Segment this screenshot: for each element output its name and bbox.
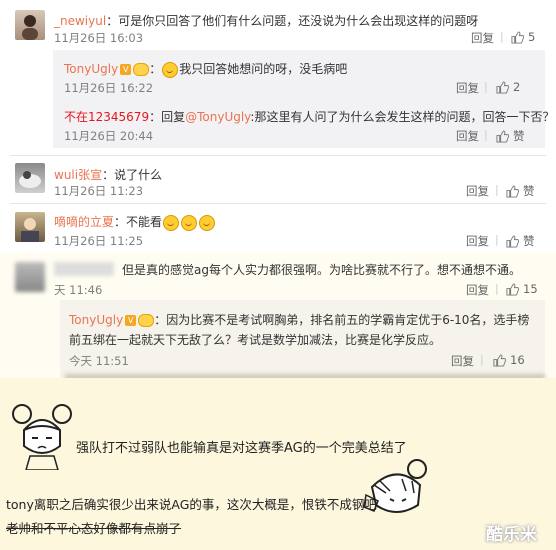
member-badge-icon bbox=[138, 314, 155, 327]
reply-text: TonyUgly V：我只回答她想问的呀，没毛病吧 bbox=[64, 61, 348, 78]
like-button[interactable]: 2 bbox=[496, 80, 520, 94]
meme-caption-struck: 老帅和不平心态好像都有点崩了 bbox=[6, 521, 182, 536]
reply-button[interactable]: 回复 bbox=[471, 30, 494, 46]
like-count: 赞 bbox=[523, 184, 535, 198]
divider bbox=[10, 203, 546, 204]
thumbs-up-icon bbox=[496, 129, 509, 143]
thumbs-up-icon bbox=[493, 353, 506, 367]
timestamp: 11月26日 20:44 bbox=[64, 129, 154, 143]
username-link[interactable]: _newiyul bbox=[54, 14, 106, 28]
like-count: 16 bbox=[510, 353, 525, 367]
like-button[interactable]: 赞 bbox=[506, 233, 535, 249]
comment-text: 嘀嘀的立夏：不能看 bbox=[54, 213, 216, 231]
like-button[interactable]: 16 bbox=[493, 353, 525, 367]
meme-caption: tony离职之后确实很少出来说AG的事，这次大概是，恨铁不成钢吧 bbox=[6, 497, 377, 512]
user-portrait-icon bbox=[22, 15, 38, 40]
comment-body: 但是真的感觉ag每个人实力都很强啊。为啥比赛就不行了。想不通想不通。 bbox=[122, 263, 521, 277]
like-button[interactable]: 赞 bbox=[496, 128, 525, 144]
thumbs-up-icon bbox=[506, 234, 519, 248]
reply-button[interactable]: 回复 bbox=[456, 128, 479, 144]
cry-emoji-icon bbox=[163, 214, 180, 231]
meme-caption: 强队打不过弱队也能输真是对这赛季AG的一个完美总结了 bbox=[76, 441, 407, 456]
cry-emoji-icon bbox=[199, 214, 216, 231]
separator: | bbox=[500, 30, 504, 43]
like-count: 5 bbox=[528, 30, 536, 44]
separator: | bbox=[495, 282, 499, 295]
avatar[interactable] bbox=[15, 10, 45, 40]
separator: | bbox=[495, 233, 499, 246]
timestamp: 11月26日 11:23 bbox=[54, 184, 144, 198]
reply-button[interactable]: 回复 bbox=[466, 183, 489, 199]
verified-icon: V bbox=[120, 64, 132, 75]
timestamp: 今天 11:51 bbox=[69, 354, 129, 368]
member-badge-icon bbox=[133, 63, 150, 76]
smile-emoji-icon bbox=[162, 61, 179, 78]
reply-body: :那这里有人问了为什么会发生这样的问题，回答一下否？ bbox=[250, 110, 555, 124]
separator: | bbox=[480, 353, 484, 366]
avatar[interactable] bbox=[15, 163, 45, 193]
mention-link[interactable]: @TonyUgly bbox=[185, 110, 250, 124]
like-count: 赞 bbox=[513, 129, 525, 143]
reply-button[interactable]: 回复 bbox=[466, 233, 489, 249]
reply-button[interactable]: 回复 bbox=[456, 80, 479, 96]
reply-button[interactable]: 回复 bbox=[466, 282, 489, 298]
like-count: 2 bbox=[513, 80, 521, 94]
like-count: 赞 bbox=[523, 234, 535, 248]
thumbs-up-icon bbox=[496, 80, 509, 94]
reply-body: 我只回答她想问的呀，没毛病吧 bbox=[179, 62, 348, 76]
comment-text: wuli张宣：说了什么 bbox=[54, 166, 162, 183]
obscured-username bbox=[54, 262, 114, 276]
comment-text: _newiyul：可是你只回答了他们有什么问题，还没说为什么会出现这样的问题呀 bbox=[54, 12, 478, 29]
user-portrait-icon bbox=[19, 171, 41, 188]
comment-body: ：可是你只回答了他们有什么问题，还没说为什么会出现这样的问题呀 bbox=[106, 14, 479, 28]
cry-emoji-icon bbox=[181, 214, 198, 231]
timestamp: 天 11:46 bbox=[54, 283, 103, 297]
reply-text: 不在12345679：回复@TonyUgly:那这里有人问了为什么会发生这样的问… bbox=[64, 108, 554, 125]
verified-icon: V bbox=[125, 315, 137, 326]
comment-body: ：不能看 bbox=[114, 215, 163, 229]
user-portrait-icon bbox=[21, 218, 39, 242]
like-button[interactable]: 赞 bbox=[506, 183, 535, 199]
timestamp: 11月26日 16:22 bbox=[64, 81, 154, 95]
timestamp: 11月26日 16:03 bbox=[54, 31, 144, 45]
like-count: 15 bbox=[523, 282, 538, 296]
avatar[interactable] bbox=[15, 262, 45, 292]
thumbs-up-icon bbox=[511, 30, 524, 44]
cartoon-girl-icon bbox=[363, 459, 427, 513]
separator: | bbox=[484, 128, 488, 141]
thumbs-up-icon bbox=[506, 184, 519, 198]
separator: | bbox=[495, 183, 499, 196]
reply-prefix: ：回复 bbox=[149, 110, 186, 124]
reply-button[interactable]: 回复 bbox=[451, 353, 474, 369]
thumbs-up-icon bbox=[506, 282, 519, 296]
username-link[interactable]: TonyUgly bbox=[69, 313, 123, 327]
watermark-logo: 酷乐米 bbox=[486, 525, 537, 545]
username-link[interactable]: TonyUgly bbox=[64, 62, 118, 76]
like-button[interactable]: 15 bbox=[506, 282, 538, 296]
avatar[interactable] bbox=[15, 212, 45, 242]
timestamp: 11月26日 11:25 bbox=[54, 234, 144, 248]
divider bbox=[10, 155, 546, 156]
username-link[interactable]: 嘀嘀的立夏 bbox=[54, 215, 114, 229]
comment-body: ：说了什么 bbox=[102, 168, 163, 182]
cartoon-girl-icon bbox=[12, 404, 72, 470]
reply-text: TonyUgly V ：因为比赛不是考试啊胸弟，排名前五的学霸肯定优于6-10名，选… bbox=[69, 310, 539, 350]
like-button[interactable]: 5 bbox=[511, 30, 535, 44]
username-link[interactable]: wuli张宣 bbox=[54, 168, 102, 182]
separator: | bbox=[484, 80, 488, 93]
username-link[interactable]: 不在12345679 bbox=[64, 110, 149, 124]
